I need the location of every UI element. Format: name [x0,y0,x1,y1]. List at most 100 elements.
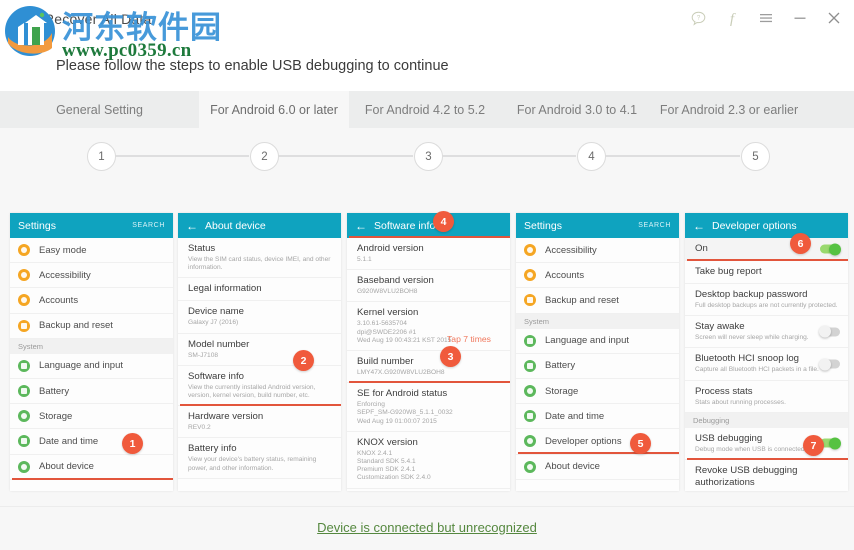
detail-item[interactable]: Legal information [178,278,341,302]
detail-item[interactable]: KNOX version KNOX 2.4.1 Standard SDK 5.4.1… [347,432,510,489]
detail-item[interactable]: Model number SM-J7108 [178,334,341,366]
tab-for-android-2-3-or-earlier[interactable]: For Android 2.3 or earlier [653,91,805,128]
step-node-5[interactable]: 5 [741,142,770,171]
settings-item[interactable]: About device [10,455,173,480]
detail-title: Android version [357,243,424,254]
step-node-2[interactable]: 2 [250,142,279,171]
settings-item[interactable]: Date and time [516,404,679,430]
detail-item[interactable]: Hardware version REV0.2 [178,406,341,439]
help-icon[interactable]: ? [688,8,708,28]
panel-header: ← Software info [347,213,510,238]
settings-item[interactable]: Battery [516,354,679,379]
settings-item[interactable]: Language and input [10,354,173,379]
step-connector [604,155,740,157]
accounts-icon [524,269,536,282]
storage-icon [18,410,30,423]
detail-item[interactable]: Battery info View your device's battery s… [178,438,341,479]
facebook-icon[interactable]: f [722,8,742,28]
detail-item[interactable]: Baseband version G920W8VLU2BOH8 [347,270,510,303]
search-button[interactable]: SEARCH [132,222,165,229]
back-arrow-icon[interactable]: ← [355,220,367,232]
settings-item[interactable]: Battery [10,379,173,405]
tab-for-android-6-0-or-later[interactable]: For Android 6.0 or later [199,91,349,128]
detail-item[interactable]: Android version 5.1.1 [347,238,510,271]
toggle-switch[interactable] [820,243,841,255]
step-node-3[interactable]: 3 [414,142,443,171]
toggle-switch[interactable] [819,325,840,338]
tab-label: General Setting [56,102,143,117]
detail-title: Status [188,243,216,254]
settings-item[interactable]: Developer options [516,429,679,455]
tab-label: For Android 6.0 or later [210,102,338,117]
bottom-bar: Device is connected but unrecognized [0,506,854,550]
detail-item[interactable]: Revoke USB debugging authorizations [685,460,848,491]
detail-item[interactable]: Bluetooth HCI snoop log Capture all Bluet… [685,348,848,381]
badge-number: 6 [797,237,804,250]
settings-item[interactable]: Easy mode [10,238,173,264]
badge-number: 2 [300,354,307,367]
detail-item[interactable]: Status View the SIM card status, device I… [178,238,341,279]
settings-item[interactable]: Accessibility [10,263,173,289]
accessibility-icon [18,269,30,282]
step-connector [441,155,576,157]
menu-icon[interactable] [756,8,776,28]
minimize-icon[interactable] [790,8,810,28]
step-node-1[interactable]: 1 [87,142,116,171]
panel-software-info: ← Software info Android version 5.1.1 Baseba… [347,213,510,491]
tap-hint-text: Tap 7 times [447,334,491,344]
settings-item[interactable]: Accessibility [516,238,679,264]
detail-item[interactable]: Build number LMY47X.G920W8VLU2BOH8 [347,351,510,384]
panel-title: Settings [18,219,56,232]
tab-for-android-3-0-to-4-1[interactable]: For Android 3.0 to 4.1 [501,91,653,128]
detail-subtitle: Enforcing SEPF_SM-G920W8_5.1.1_0032 Wed Au… [357,401,453,425]
detail-subtitle: REV0.2 [188,424,211,432]
settings-item-label: Storage [39,410,73,422]
detail-item[interactable]: SE for Android status Enforcing SEPF_SM-G9… [347,383,510,432]
svg-text:?: ? [696,14,700,21]
settings-item[interactable]: Storage [516,379,679,405]
date-and-time-icon [18,435,30,448]
tab-general-setting[interactable]: General Setting [0,91,199,128]
detail-item[interactable]: Take bug report [685,261,848,284]
back-arrow-icon[interactable]: ← [693,220,705,232]
detail-item[interactable]: Desktop backup password Full desktop back… [685,284,848,317]
settings-item-label: Accounts [39,294,79,306]
detail-title: Battery info [188,443,237,455]
toggle-knob [829,243,841,255]
settings-item[interactable]: Date and time [10,429,173,455]
app-title: Recover All Data [44,11,152,27]
badge-number: 1 [129,437,136,450]
detail-title: Process stats [695,385,753,397]
settings-item-label: Accounts [545,269,585,281]
accessibility-icon [524,244,536,257]
detail-item[interactable]: On [685,238,848,261]
back-arrow-icon[interactable]: ← [186,220,198,232]
panel-about-device: ← About device Status View the SIM card sta… [178,213,341,491]
backup-and-reset-icon [524,294,536,307]
panel-developer-options: ← Developer options On Take bug report Deskt… [685,213,848,491]
highlight-underline [687,259,848,261]
detail-item[interactable]: Process stats Stats about running process… [685,381,848,413]
highlight-underline [349,381,510,383]
settings-item-label: About device [545,461,600,473]
detail-item[interactable]: Device name Galaxy J7 (2016) [178,301,341,334]
detail-title: Baseband version [357,275,434,287]
detail-item[interactable]: Stay awake Screen will never sleep while … [685,316,848,349]
toggle-switch[interactable] [819,358,840,370]
settings-item[interactable]: Backup and reset [516,288,679,314]
settings-item[interactable]: Accounts [516,263,679,289]
panel-body: On Take bug report Desktop backup password… [685,238,848,491]
settings-item[interactable]: Storage [10,404,173,430]
settings-item-label: Backup and reset [545,294,619,306]
step-number: 4 [588,150,595,163]
settings-item[interactable]: Backup and reset [10,314,173,339]
device-unrecognized-link[interactable]: Device is connected but unrecognized [0,520,854,535]
detail-item[interactable]: Software info View the currently installe… [178,366,341,407]
search-button[interactable]: SEARCH [638,222,671,229]
tab-for-android-4-2-to-5-2[interactable]: For Android 4.2 to 5.2 [349,91,501,128]
step-node-4[interactable]: 4 [577,142,606,171]
settings-item[interactable]: Language and input [516,329,679,354]
close-icon[interactable] [824,8,844,28]
settings-item[interactable]: About device [516,455,679,480]
settings-item[interactable]: Accounts [10,288,173,314]
